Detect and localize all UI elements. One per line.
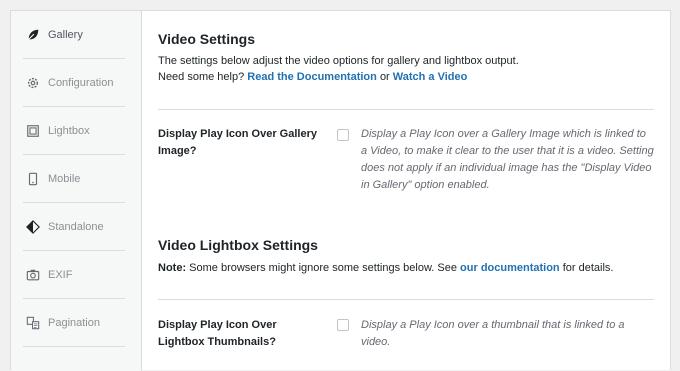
watch-video-link[interactable]: Watch a Video <box>393 71 468 83</box>
play-icon-gallery-description: Display a Play Icon over a Gallery Image… <box>361 128 654 191</box>
help-prefix: Need some help? <box>158 71 245 83</box>
sidebar-item-label: Configuration <box>48 76 114 89</box>
sidebar-item-label: Standalone <box>48 220 104 233</box>
sidebar-item-label: EXIF <box>48 268 73 281</box>
sidebar-item-lightbox[interactable]: Lightbox <box>23 107 125 155</box>
sidebar-item-label: Lightbox <box>48 124 90 137</box>
divider <box>158 109 654 110</box>
standalone-icon <box>25 219 41 235</box>
sidebar-item-standalone[interactable]: Standalone <box>23 203 125 251</box>
sidebar-item-configuration[interactable]: Configuration <box>23 59 125 107</box>
sidebar-item-pagination[interactable]: Pagination <box>23 299 125 347</box>
sidebar-item-mobile[interactable]: Mobile <box>23 155 125 203</box>
video-lightbox-settings-title: Video Lightbox Settings <box>158 237 318 253</box>
gear-icon <box>25 75 41 91</box>
play-icon-gallery-label: Display Play Icon Over Gallery Image? <box>158 128 317 157</box>
play-icon-thumbnails-label: Display Play Icon Over Lightbox Thumbnai… <box>158 319 277 348</box>
settings-panel: Gallery Configuration Lightbox Mobile St… <box>10 10 671 371</box>
video-settings-intro: The settings below adjust the video opti… <box>158 55 519 67</box>
help-line: Need some help? Read the Documentation o… <box>158 69 467 85</box>
lightbox-note: Note: Some browsers might ignore some se… <box>158 260 613 276</box>
leaf-icon <box>25 27 41 43</box>
note-text: Some browsers might ignore some settings… <box>189 262 457 274</box>
note-label: Note: <box>158 262 187 274</box>
divider <box>158 299 654 300</box>
sidebar-item-label: Pagination <box>48 316 100 329</box>
play-icon-thumbnails-description: Display a Play Icon over a thumbnail tha… <box>361 319 625 348</box>
sidebar-item-label: Mobile <box>48 172 81 185</box>
sidebar-item-exif[interactable]: EXIF <box>23 251 125 299</box>
camera-icon <box>25 267 41 283</box>
note-suffix: for details. <box>562 262 614 274</box>
mobile-icon <box>25 171 41 187</box>
our-documentation-link[interactable]: our documentation <box>460 262 560 274</box>
help-or: or <box>379 71 390 83</box>
lightbox-icon <box>25 123 41 139</box>
sidebar-item-label: Gallery <box>48 28 83 41</box>
play-icon-gallery-checkbox[interactable] <box>337 129 349 141</box>
video-settings-title: Video Settings <box>158 31 255 47</box>
settings-sidebar: Gallery Configuration Lightbox Mobile St… <box>11 11 142 371</box>
pagination-icon <box>25 315 41 331</box>
documentation-link[interactable]: Read the Documentation <box>247 71 377 83</box>
play-icon-thumbnails-checkbox[interactable] <box>337 319 349 331</box>
sidebar-item-gallery[interactable]: Gallery <box>23 11 125 59</box>
